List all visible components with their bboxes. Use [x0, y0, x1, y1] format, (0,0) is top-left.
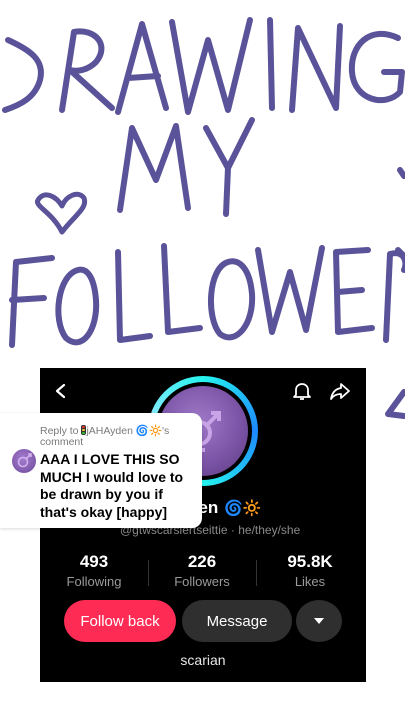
- caret-down-icon: [314, 618, 324, 624]
- reply-comment-text: AAA I LOVE THIS SO MUCH I would love to …: [40, 451, 184, 520]
- stat-following[interactable]: 493 Following: [40, 552, 148, 589]
- profile-stats: 493 Following 226 Followers 95.8K Likes: [40, 552, 366, 589]
- gender-symbol-icon: [17, 453, 32, 468]
- bell-icon: [293, 383, 311, 400]
- notification-bell-button[interactable]: [289, 378, 315, 404]
- commenter-avatar: [12, 449, 36, 473]
- stat-value: 493: [79, 552, 109, 571]
- stat-label: Followers: [174, 574, 230, 589]
- stat-label: Likes: [294, 574, 326, 589]
- more-options-button[interactable]: [296, 600, 342, 642]
- reply-comment-bubble[interactable]: Reply to jAHAyden 🌀🔆's comment AAA I LOV…: [0, 413, 202, 528]
- message-button[interactable]: Message: [182, 600, 292, 642]
- name-emojis-small: 🌀🔆: [135, 425, 163, 437]
- reply-username: jAHAyden: [86, 425, 133, 437]
- name-emojis: 🌀🔆: [224, 500, 262, 517]
- back-button[interactable]: [48, 378, 74, 404]
- stat-likes[interactable]: 95.8K Likes: [256, 552, 364, 589]
- share-arrow-icon: [330, 383, 350, 400]
- stat-followers[interactable]: 226 Followers: [148, 552, 256, 589]
- chevron-left-icon: [55, 383, 66, 399]
- follow-back-button[interactable]: Follow back: [64, 600, 176, 642]
- traffic-light-icon: [81, 425, 87, 435]
- stat-value: 226: [187, 552, 217, 571]
- stat-value: 95.8K: [287, 552, 333, 571]
- stat-label: Following: [66, 574, 122, 589]
- profile-pronouns: he/they/she: [238, 523, 301, 537]
- share-button[interactable]: [327, 378, 353, 404]
- profile-bio: scarian: [180, 652, 226, 668]
- reply-header: Reply to jAHAyden 🌀🔆's comment: [40, 425, 200, 448]
